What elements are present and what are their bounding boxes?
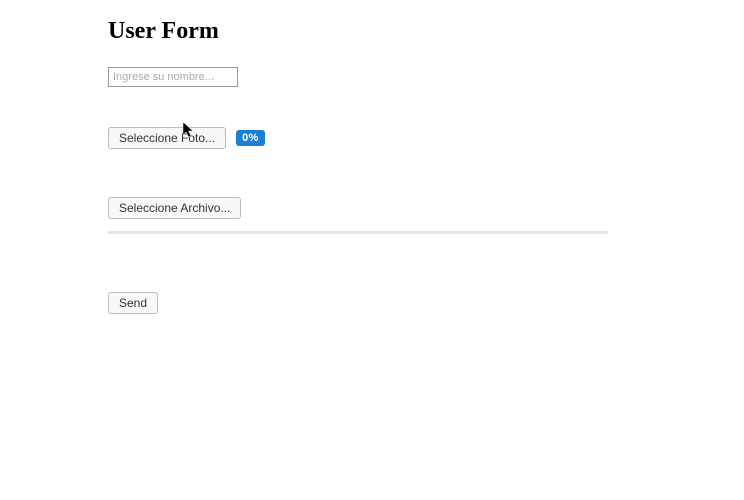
file-progress-bar	[108, 231, 608, 234]
select-photo-button[interactable]: Seleccione Foto...	[108, 127, 226, 149]
select-file-button[interactable]: Seleccione Archivo...	[108, 197, 241, 219]
send-button[interactable]: Send	[108, 292, 158, 314]
name-input[interactable]	[108, 67, 238, 87]
page-title: User Form	[108, 18, 744, 45]
photo-progress-badge: 0%	[236, 130, 265, 146]
